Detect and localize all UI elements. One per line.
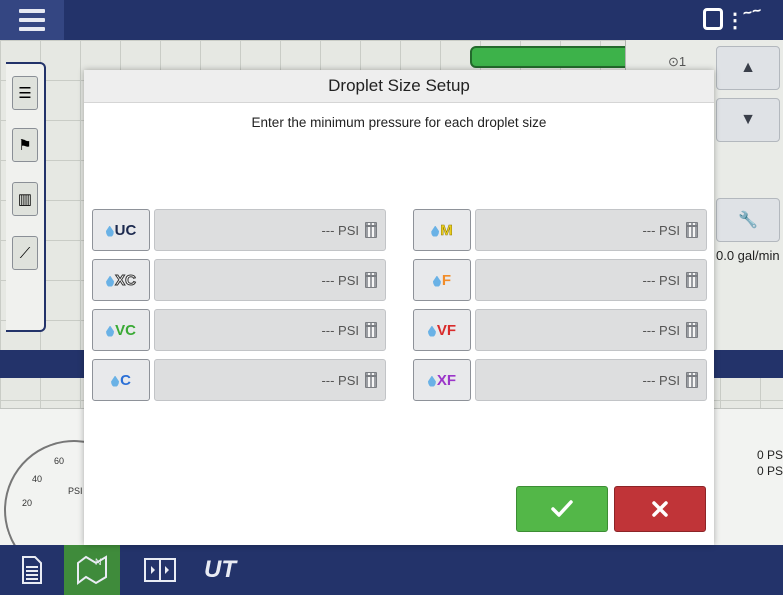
keypad-icon	[686, 372, 698, 388]
droplet-icon	[432, 275, 441, 287]
chart-icon[interactable]: ▥	[12, 182, 38, 216]
droplet-size-button[interactable]: UC	[92, 209, 150, 251]
dialog-instructions: Enter the minimum pressure for each drop…	[251, 115, 547, 130]
pressure-value: --- PSI	[321, 272, 359, 288]
droplet-icon	[106, 275, 115, 287]
droplet-size-button[interactable]: XC	[92, 259, 150, 301]
keypad-icon	[365, 322, 377, 338]
droplet-size-button[interactable]: VF	[413, 309, 471, 351]
signal-icon: ~~	[741, 2, 764, 23]
wrench-icon[interactable]: 🔧	[716, 198, 780, 242]
droplet-icon	[427, 325, 436, 337]
top-bar: ⋮ ~~	[0, 0, 783, 40]
droplet-size-button[interactable]: F	[413, 259, 471, 301]
droplet-icon	[106, 325, 115, 337]
product-counter: ⊙1	[668, 54, 687, 69]
droplet-size-button[interactable]: XF	[413, 359, 471, 401]
droplet-code: F	[441, 271, 452, 289]
droplet-size-button[interactable]: VC	[92, 309, 150, 351]
down-arrow-icon[interactable]: ▼	[716, 98, 780, 142]
pressure-input[interactable]: --- PSI	[475, 309, 707, 351]
pressure-readout: 0 PS	[757, 448, 783, 462]
guidance-icon[interactable]: ⟋	[12, 236, 38, 270]
pressure-input[interactable]: --- PSI	[475, 359, 707, 401]
pressure-value: --- PSI	[321, 322, 359, 338]
droplet-code: UC	[114, 221, 137, 239]
pressure-input[interactable]: --- PSI	[154, 259, 386, 301]
legend-icon[interactable]: ☰	[12, 76, 38, 110]
gauge-unit: PSI	[68, 486, 83, 496]
keypad-icon	[365, 222, 377, 238]
svg-text:N: N	[95, 557, 102, 567]
up-arrow-icon[interactable]: ▲	[716, 46, 780, 90]
droplet-code: VF	[436, 321, 457, 339]
droplet-icon	[427, 375, 436, 387]
pressure-input[interactable]: --- PSI	[154, 309, 386, 351]
flag-icon[interactable]: ⚑	[12, 128, 38, 162]
display-icon	[703, 8, 723, 30]
gauge-label: 40	[32, 474, 43, 484]
menu-icon[interactable]	[0, 0, 64, 40]
droplet-code: XC	[115, 271, 137, 289]
pressure-value: --- PSI	[642, 372, 680, 388]
droplet-size-button[interactable]: M	[413, 209, 471, 251]
keypad-icon	[686, 322, 698, 338]
gauge-label: 60	[54, 456, 65, 466]
droplet-icon	[431, 225, 440, 237]
keypad-icon	[365, 372, 377, 388]
pressure-value: --- PSI	[321, 372, 359, 388]
pressure-input[interactable]: --- PSI	[475, 259, 707, 301]
pressure-input[interactable]: --- PSI	[154, 359, 386, 401]
droplet-size-button[interactable]: C	[92, 359, 150, 401]
pressure-value: --- PSI	[642, 222, 680, 238]
status-pill[interactable]	[470, 46, 632, 68]
x-icon	[652, 501, 668, 517]
droplet-code: VC	[115, 321, 136, 339]
ut-icon[interactable]: UT	[192, 545, 248, 595]
pressure-value: --- PSI	[642, 322, 680, 338]
rate-readout: 0.0 gal/min	[716, 248, 780, 263]
checkmark-icon	[551, 500, 573, 517]
droplet-icon	[111, 375, 120, 387]
droplet-code: M	[440, 221, 453, 239]
pressure-value: --- PSI	[321, 222, 359, 238]
accept-button[interactable]	[516, 486, 608, 532]
bottom-bar: N UT	[0, 545, 783, 595]
droplet-code: XF	[436, 371, 457, 389]
droplet-code: C	[120, 371, 131, 389]
pressure-value: --- PSI	[642, 272, 680, 288]
split-screen-icon[interactable]	[132, 545, 188, 595]
keypad-icon	[686, 222, 698, 238]
gauge-label: 20	[22, 498, 33, 508]
map-side-tabs: ☰ ⚑ ▥ ⟋	[6, 62, 46, 332]
droplet-icon	[105, 225, 114, 237]
droplet-size-dialog: Droplet Size Setup Enter the minimum pre…	[84, 70, 714, 545]
status-icons[interactable]: ⋮ ~~	[693, 2, 783, 36]
pressure-input[interactable]: --- PSI	[154, 209, 386, 251]
run-report-icon[interactable]	[4, 545, 60, 595]
keypad-icon	[365, 272, 377, 288]
cancel-button[interactable]	[614, 486, 706, 532]
pressure-input[interactable]: --- PSI	[475, 209, 707, 251]
field-operation-icon[interactable]: N	[64, 545, 120, 595]
keypad-icon	[686, 272, 698, 288]
dialog-title: Droplet Size Setup	[84, 70, 714, 103]
pressure-readout: 0 PS	[757, 464, 783, 478]
